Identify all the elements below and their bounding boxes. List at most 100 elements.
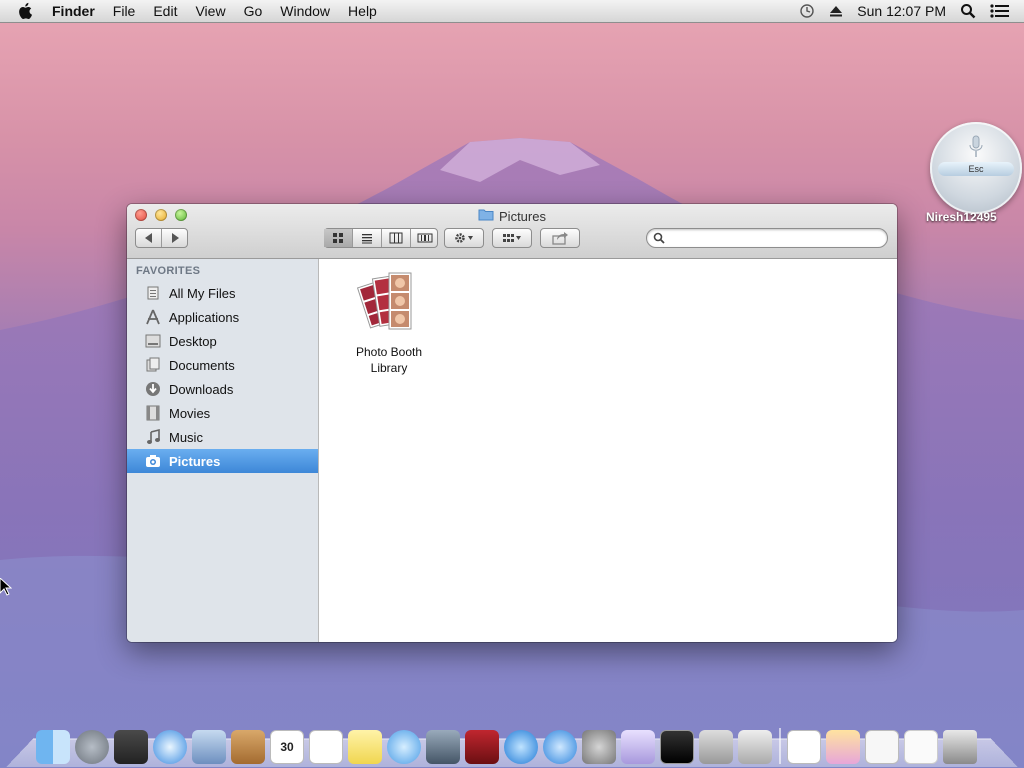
calendar-dock-icon[interactable]: 30 bbox=[270, 730, 304, 764]
sidebar-item-pictures[interactable]: Pictures bbox=[127, 449, 318, 473]
forward-button[interactable] bbox=[162, 229, 187, 247]
app-store-dock-icon[interactable] bbox=[543, 730, 577, 764]
downloads-stack-dock-icon[interactable] bbox=[865, 730, 899, 764]
folder-icon bbox=[478, 208, 494, 224]
file-pane[interactable]: Photo Booth Library bbox=[319, 259, 897, 642]
arrange-grid-icon bbox=[503, 234, 521, 242]
dock: 30 bbox=[36, 720, 982, 764]
window-title: Pictures bbox=[127, 208, 897, 224]
back-arrow-icon bbox=[144, 233, 152, 243]
all-files-icon bbox=[144, 284, 162, 302]
finder-window: Pictures FAVORITES All My Files Applicat… bbox=[127, 204, 897, 642]
menu-file[interactable]: File bbox=[113, 3, 136, 19]
coverflow-view-icon bbox=[417, 233, 432, 243]
window-titlebar[interactable]: Pictures bbox=[127, 204, 897, 259]
sidebar-item-movies[interactable]: Movies bbox=[127, 401, 318, 425]
microphone-icon bbox=[969, 135, 983, 157]
sidebar-item-label: Pictures bbox=[169, 453, 221, 469]
utility-dock-icon[interactable] bbox=[738, 730, 772, 764]
action-menu-button[interactable] bbox=[444, 228, 484, 248]
esc-button[interactable]: Esc bbox=[938, 162, 1014, 176]
column-view-icon bbox=[389, 232, 402, 244]
movies-icon bbox=[144, 404, 162, 422]
column-view-button[interactable] bbox=[382, 229, 411, 247]
dock-separator bbox=[779, 728, 781, 764]
menu-finder[interactable]: Finder bbox=[52, 3, 95, 19]
share-icon bbox=[552, 232, 568, 245]
menu-bar: Finder File Edit View Go Window Help Sun… bbox=[0, 0, 1024, 23]
applications-icon bbox=[144, 308, 162, 326]
view-mode-control bbox=[323, 228, 439, 248]
music-icon bbox=[144, 428, 162, 446]
arrange-menu-button[interactable] bbox=[492, 228, 532, 248]
menu-window[interactable]: Window bbox=[280, 3, 330, 19]
gear-icon bbox=[455, 233, 473, 243]
sidebar-header-favorites: FAVORITES bbox=[136, 265, 201, 277]
back-button[interactable] bbox=[136, 229, 162, 247]
search-icon bbox=[653, 232, 665, 244]
sidebar-item-all-my-files[interactable]: All My Files bbox=[127, 281, 318, 305]
reminders-dock-icon[interactable] bbox=[309, 730, 343, 764]
sidebar-item-label: Desktop bbox=[169, 333, 217, 349]
sidebar-item-label: Music bbox=[169, 429, 203, 445]
widget-username: Niresh12495 bbox=[926, 210, 997, 224]
forward-arrow-icon bbox=[171, 233, 179, 243]
document-dock-icon[interactable] bbox=[787, 730, 821, 764]
search-input[interactable] bbox=[669, 230, 883, 246]
menu-help[interactable]: Help bbox=[348, 3, 377, 19]
desktop-icon bbox=[144, 332, 162, 350]
sidebar-item-documents[interactable]: Documents bbox=[127, 353, 318, 377]
file-item[interactable]: Photo Booth Library bbox=[349, 269, 429, 376]
wizard-dock-icon[interactable] bbox=[621, 730, 655, 764]
menubar-clock[interactable]: Sun 12:07 PM bbox=[857, 3, 946, 19]
mail-dock-icon[interactable] bbox=[192, 730, 226, 764]
itunes-dock-icon[interactable] bbox=[504, 730, 538, 764]
finder-dock-icon[interactable] bbox=[36, 730, 70, 764]
notes-dock-icon[interactable] bbox=[348, 730, 382, 764]
window-title-text: Pictures bbox=[499, 208, 546, 224]
sidebar-item-desktop[interactable]: Desktop bbox=[127, 329, 318, 353]
list-view-button[interactable] bbox=[353, 229, 382, 247]
sidebar-item-label: All My Files bbox=[169, 285, 236, 301]
stack-dock-icon[interactable] bbox=[826, 730, 860, 764]
pictures-icon bbox=[144, 452, 162, 470]
contacts-dock-icon[interactable] bbox=[231, 730, 265, 764]
menu-go[interactable]: Go bbox=[244, 3, 263, 19]
safari-dock-icon[interactable] bbox=[153, 730, 187, 764]
system-preferences-dock-icon[interactable] bbox=[582, 730, 616, 764]
share-button[interactable] bbox=[540, 228, 580, 248]
apple-menu-icon[interactable] bbox=[18, 2, 38, 20]
trash-dock-icon[interactable] bbox=[943, 730, 977, 764]
window-content: FAVORITES All My Files Applications Desk… bbox=[127, 259, 897, 642]
eject-icon[interactable] bbox=[829, 4, 843, 18]
messages-dock-icon[interactable] bbox=[387, 730, 421, 764]
icon-view-icon bbox=[332, 233, 343, 243]
search-field[interactable] bbox=[646, 228, 888, 248]
downloads-icon bbox=[144, 380, 162, 398]
menu-edit[interactable]: Edit bbox=[153, 3, 177, 19]
terminal-dock-icon[interactable] bbox=[660, 730, 694, 764]
documents-icon bbox=[144, 356, 162, 374]
sidebar-item-music[interactable]: Music bbox=[127, 425, 318, 449]
coverflow-view-button[interactable] bbox=[411, 229, 439, 247]
notification-center-icon[interactable] bbox=[990, 4, 1010, 18]
sidebar-item-label: Applications bbox=[169, 309, 240, 325]
mouse-cursor-icon bbox=[0, 578, 12, 596]
photo-booth-dock-icon[interactable] bbox=[465, 730, 499, 764]
esc-widget[interactable]: Esc bbox=[930, 122, 1022, 214]
time-machine-icon[interactable] bbox=[799, 3, 815, 19]
photo-booth-icon bbox=[356, 272, 412, 330]
sidebar-item-label: Downloads bbox=[169, 381, 234, 397]
disk-utility-dock-icon[interactable] bbox=[699, 730, 733, 764]
sidebar-item-downloads[interactable]: Downloads bbox=[127, 377, 318, 401]
list-view-icon bbox=[361, 234, 372, 244]
sidebar-item-applications[interactable]: Applications bbox=[127, 305, 318, 329]
documents-stack-dock-icon[interactable] bbox=[904, 730, 938, 764]
launchpad-dock-icon[interactable] bbox=[75, 730, 109, 764]
mission-control-dock-icon[interactable] bbox=[114, 730, 148, 764]
menu-view[interactable]: View bbox=[195, 3, 225, 19]
icon-view-button[interactable] bbox=[323, 229, 353, 247]
spotlight-icon[interactable] bbox=[960, 3, 976, 19]
facetime-dock-icon[interactable] bbox=[426, 730, 460, 764]
back-forward-control bbox=[135, 228, 188, 248]
